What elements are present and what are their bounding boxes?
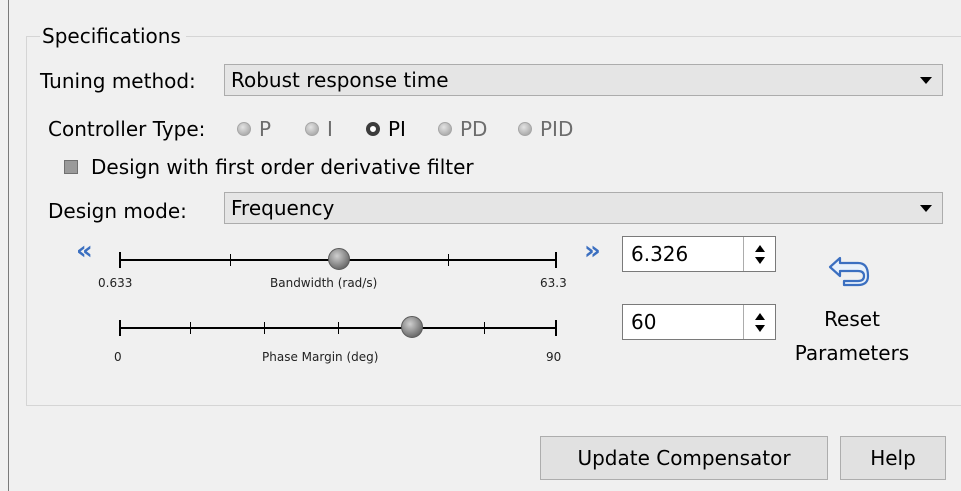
radio-dot-icon (518, 122, 532, 136)
design-mode-value: Frequency (231, 196, 335, 220)
derivative-filter-checkbox[interactable] (64, 160, 78, 174)
radio-dot-icon (237, 122, 251, 136)
chevron-down-icon (920, 205, 932, 212)
radio-i-label: I (327, 117, 333, 141)
chevron-down-icon (920, 77, 932, 84)
phase-margin-slider-tick (190, 322, 191, 334)
phase-margin-slider-tick (338, 322, 339, 334)
radio-pd-label: PD (460, 117, 488, 141)
help-button[interactable]: Help (840, 436, 946, 480)
reset-parameters-line2[interactable]: Parameters (782, 340, 922, 366)
bandwidth-slider-end (555, 252, 557, 268)
phase-margin-max-label: 90 (546, 350, 562, 364)
reset-parameters-line1[interactable]: Reset (782, 306, 922, 332)
bandwidth-slider-tick (448, 254, 449, 266)
arrow-up-icon (755, 313, 765, 320)
group-title: Specifications (40, 23, 186, 49)
phase-margin-min-label: 0 (114, 350, 122, 364)
radio-pi-label: PI (388, 117, 406, 141)
radio-p[interactable]: P (237, 117, 271, 141)
radio-dot-icon (305, 122, 319, 136)
arrow-down-icon (755, 325, 765, 332)
arrow-up-icon (755, 245, 765, 252)
update-compensator-button[interactable]: Update Compensator (540, 436, 828, 480)
bandwidth-value: 6.326 (631, 242, 689, 266)
spinner-buttons[interactable] (743, 305, 775, 339)
phase-margin-slider-end (119, 320, 121, 336)
bandwidth-max-label: 63.3 (540, 276, 567, 290)
double-chevron-right-icon[interactable]: » (584, 238, 601, 264)
bandwidth-slider-end (119, 252, 121, 268)
design-mode-dropdown[interactable]: Frequency (224, 192, 943, 224)
bandwidth-slider-thumb[interactable] (328, 248, 350, 270)
phase-margin-caption: Phase Margin (deg) (262, 350, 379, 364)
phase-margin-slider-thumb[interactable] (401, 316, 423, 338)
controller-type-label: Controller Type: (48, 117, 206, 141)
radio-pid[interactable]: PID (518, 117, 573, 141)
phase-margin-slider-tick (264, 322, 265, 334)
bandwidth-spinner[interactable]: 6.326 (622, 236, 776, 272)
phase-margin-spinner[interactable]: 60 (622, 304, 776, 340)
arrow-down-icon (755, 257, 765, 264)
undo-arrow-icon[interactable] (826, 250, 872, 290)
tuning-method-label: Tuning method: (40, 69, 196, 93)
tuning-method-dropdown[interactable]: Robust response time (224, 64, 943, 96)
radio-pid-label: PID (540, 117, 574, 141)
phase-margin-value: 60 (631, 310, 657, 334)
design-mode-label: Design mode: (48, 199, 187, 223)
phase-margin-slider-tick (484, 322, 485, 334)
phase-margin-slider-end (555, 320, 557, 336)
radio-selected-icon (366, 122, 380, 136)
radio-dot-icon (438, 122, 452, 136)
window-edge (8, 0, 9, 491)
tuning-method-value: Robust response time (231, 68, 449, 92)
bandwidth-caption: Bandwidth (rad/s) (270, 276, 378, 290)
radio-pd[interactable]: PD (438, 117, 487, 141)
radio-p-label: P (259, 117, 272, 141)
radio-pi[interactable]: PI (366, 117, 406, 141)
double-chevron-left-icon[interactable]: « (76, 238, 93, 264)
bandwidth-slider-tick (230, 254, 231, 266)
derivative-filter-label: Design with first order derivative filte… (91, 155, 474, 179)
spinner-buttons[interactable] (743, 237, 775, 271)
radio-i[interactable]: I (305, 117, 333, 141)
bandwidth-min-label: 0.633 (98, 276, 133, 290)
